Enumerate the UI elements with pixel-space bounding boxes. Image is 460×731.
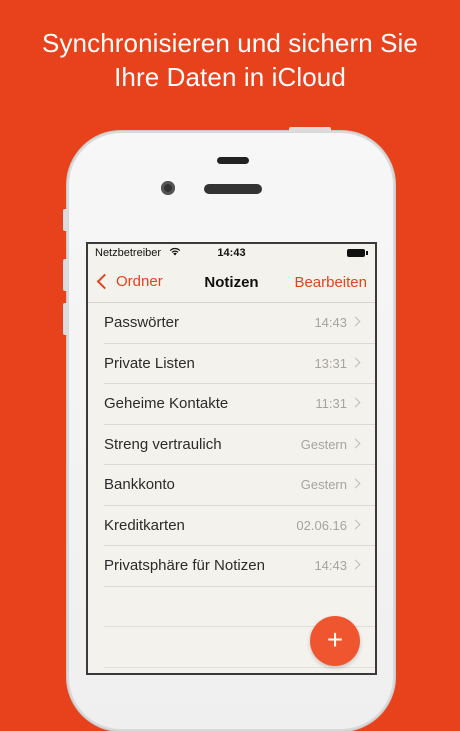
headline-line-1: Synchronisieren und sichern Sie [42,28,418,58]
note-title: Bankkonto [104,476,175,493]
note-row[interactable]: Privatsphäre für Notizen 14:43 [104,546,375,587]
volume-down-button [63,303,68,335]
note-time: 14:43 [314,558,347,573]
note-title: Private Listen [104,354,195,372]
speaker-grille [217,157,249,164]
add-note-button[interactable]: + [310,616,360,666]
headline-line-2: Ihre Daten in iCloud [114,62,346,92]
note-row[interactable]: Kreditkarten 02.06.16 [104,506,375,546]
chevron-right-icon [350,559,361,570]
chevron-right-icon [350,316,361,327]
status-time: 14:43 [217,247,246,259]
power-button [289,127,331,132]
note-title: Privatsphäre für Notizen [104,557,265,574]
note-row[interactable]: Streng vertraulich Gestern [104,425,375,465]
note-title: Passwörter [104,314,180,331]
chevron-right-icon [350,478,361,489]
note-title: Geheime Kontakte [104,395,229,412]
volume-up-button [63,259,68,291]
chevron-right-icon [350,357,361,367]
promo-headline: Synchronisieren und sichern Sie Ihre Dat… [0,26,460,94]
note-time: 14:43 [314,315,347,330]
notes-list: Passwörter 14:43 Private Listen 13:31 Ge… [88,303,375,668]
note-title: Streng vertraulich [104,435,222,453]
phone-screen: Netzbetreiber 14:43 Ordner Notizen Bearb… [86,242,377,675]
note-row[interactable]: Passwörter 14:43 [104,303,375,344]
edit-button[interactable]: Bearbeiten [294,274,367,291]
note-row[interactable]: Bankkonto Gestern [104,465,375,506]
note-title: Kreditkarten [104,516,185,534]
battery-icon [347,249,368,257]
chevron-right-icon [350,438,361,448]
status-bar: Netzbetreiber 14:43 [88,244,375,264]
note-time: 11:31 [315,396,347,411]
note-row[interactable]: Private Listen 13:31 [104,344,375,384]
note-time: 02.06.16 [296,517,347,533]
note-time: Gestern [300,436,347,452]
front-camera [161,181,175,195]
earpiece [204,184,262,194]
chevron-right-icon [350,519,361,529]
note-time: 13:31 [314,355,347,371]
navigation-bar: Ordner Notizen Bearbeiten [88,264,375,303]
note-row[interactable]: Geheime Kontakte 11:31 [104,384,375,425]
mute-switch [63,209,68,231]
note-time: Gestern [300,477,347,492]
chevron-right-icon [350,397,361,408]
